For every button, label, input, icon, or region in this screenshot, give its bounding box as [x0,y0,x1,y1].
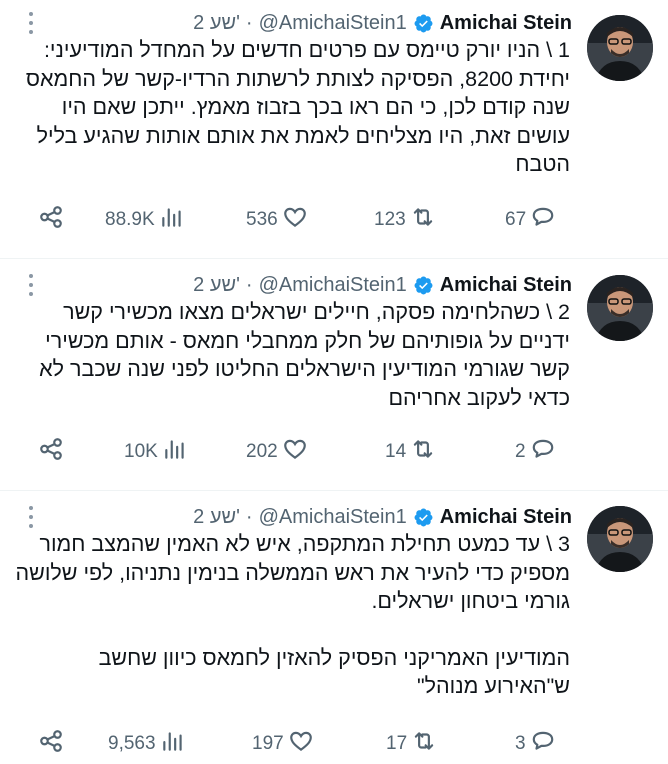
more-icon[interactable] [24,506,38,528]
tweet-paragraph: 3 \ עד כמעט תחילת המתקפה, איש לא האמין ש… [15,532,571,613]
timestamp[interactable]: 2 שע' [193,12,240,35]
repost-icon [410,204,436,236]
views-icon [160,728,186,760]
author-handle[interactable]: @AmichaiStein1 [259,12,407,35]
timestamp[interactable]: 2 שע' [193,274,240,297]
action-bar: 9,563 197 17 3 [0,728,668,760]
tweet-text: 2 \ כשהלחימה פסקה, חיילים ישראלים מצאו מ… [14,298,570,412]
like-count: 197 [252,733,284,754]
like-icon [288,728,314,760]
more-icon[interactable] [24,12,38,34]
tweet-3[interactable]: Amichai Stein @AmichaiStein1 · 2 שע' 3 \… [0,494,668,764]
reply-button[interactable]: 67 [505,204,556,236]
share-icon [38,436,64,468]
reply-count: 3 [515,733,526,754]
like-count: 202 [246,441,278,462]
author-name[interactable]: Amichai Stein [440,506,572,529]
reply-button[interactable]: 2 [515,436,556,468]
views-button[interactable]: 10K [124,436,188,468]
repost-icon [410,436,436,468]
tweet-paragraph: המודיעין האמריקני הפסיק להאזין לחמאס כיו… [98,645,570,699]
avatar[interactable] [587,506,653,572]
views-count: 88.9K [105,209,155,230]
share-icon [38,728,64,760]
verified-badge-icon [413,13,434,34]
like-button[interactable]: 202 [246,436,308,468]
share-icon [38,204,64,236]
tweet-paragraph: 1 \ הניו יורק טיימס עם פרטים חדשים על המ… [25,38,570,176]
views-button[interactable]: 9,563 [108,728,186,760]
more-icon[interactable] [24,274,38,296]
repost-button[interactable]: 17 [386,728,437,760]
like-icon [282,204,308,236]
views-icon [159,204,185,236]
views-count: 9,563 [108,733,156,754]
like-count: 536 [246,209,278,230]
share-button[interactable] [38,728,64,760]
like-button[interactable]: 197 [252,728,314,760]
reply-button[interactable]: 3 [515,728,556,760]
views-count: 10K [124,441,158,462]
repost-count: 123 [374,209,406,230]
avatar[interactable] [587,15,653,81]
views-icon [162,436,188,468]
like-button[interactable]: 536 [246,204,308,236]
views-button[interactable]: 88.9K [105,204,185,236]
avatar[interactable] [587,275,653,341]
repost-count: 14 [385,441,407,462]
tweet-header: Amichai Stein @AmichaiStein1 · 2 שע' [193,272,572,298]
action-bar: 10K 202 14 2 [0,436,668,468]
repost-button[interactable]: 14 [385,436,436,468]
tweet-header: Amichai Stein @AmichaiStein1 · 2 שע' [193,10,572,36]
reply-icon [530,436,556,468]
tweet-text: 3 \ עד כמעט תחילת המתקפה, איש לא האמין ש… [14,530,571,701]
author-handle[interactable]: @AmichaiStein1 [259,274,407,297]
separator-dot: · [245,11,253,34]
reply-count: 2 [515,441,526,462]
separator-dot: · [245,505,253,528]
share-button[interactable] [38,204,64,236]
repost-button[interactable]: 123 [374,204,436,236]
author-handle[interactable]: @AmichaiStein1 [259,506,407,529]
author-name[interactable]: Amichai Stein [440,274,572,297]
tweet-1[interactable]: Amichai Stein @AmichaiStein1 · 2 שע' 1 \… [0,0,668,250]
verified-badge-icon [413,507,434,528]
like-icon [282,436,308,468]
divider [0,490,668,491]
author-name[interactable]: Amichai Stein [440,12,572,35]
divider [0,258,668,259]
tweet-header: Amichai Stein @AmichaiStein1 · 2 שע' [193,504,572,530]
repost-count: 17 [386,733,408,754]
tweet-paragraph: 2 \ כשהלחימה פסקה, חיילים ישראלים מצאו מ… [39,300,570,410]
timestamp[interactable]: 2 שע' [193,506,240,529]
separator-dot: · [245,273,253,296]
reply-count: 67 [505,209,527,230]
share-button[interactable] [38,436,64,468]
tweet-thread: Amichai Stein @AmichaiStein1 · 2 שע' 1 \… [0,0,668,764]
tweet-text: 1 \ הניו יורק טיימס עם פרטים חדשים על המ… [14,36,570,179]
verified-badge-icon [413,275,434,296]
action-bar: 88.9K 536 123 67 [0,204,668,236]
tweet-2[interactable]: Amichai Stein @AmichaiStein1 · 2 שע' 2 \… [0,262,668,484]
reply-icon [530,204,556,236]
repost-icon [411,728,437,760]
reply-icon [530,728,556,760]
